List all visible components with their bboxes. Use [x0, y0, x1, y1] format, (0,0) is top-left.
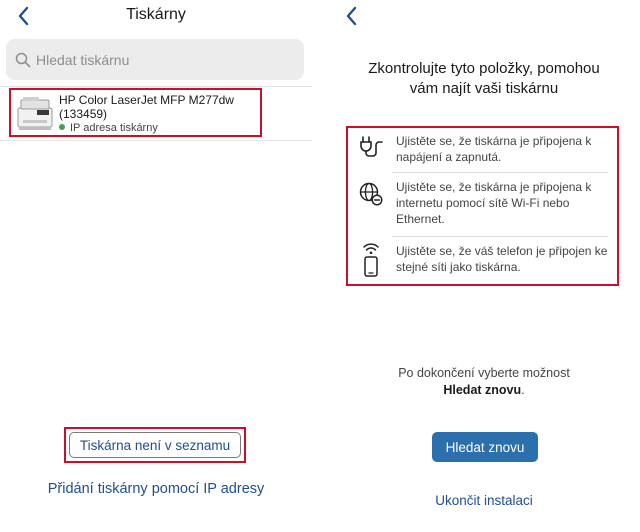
divider — [0, 86, 312, 87]
checklist-text: Ujistěte se, že tiskárna je připojena k … — [396, 134, 592, 164]
search-again-button[interactable]: Hledat znovu — [432, 432, 538, 462]
heading-line-2: vám najít vaši tiskárnu — [409, 80, 559, 97]
printer-list-item[interactable]: HP Color LaserJet MFP M277dw (133459) IP… — [9, 88, 262, 137]
back-button[interactable] — [342, 5, 362, 27]
printers-screen: Tiskárny HP Color LaserJet MFP M277dw (1… — [0, 0, 312, 532]
hint-suffix: . — [521, 383, 525, 397]
checklist-text: Ujistěte se, že tiskárna je připojena k … — [396, 180, 592, 226]
troubleshoot-screen: Zkontrolujte tyto položky, pomohou vám n… — [328, 0, 640, 532]
hint-line-2: Hledat znovu. — [328, 382, 640, 399]
checklist-text: Ujistěte se, že váš telefon je připojen … — [396, 244, 608, 274]
checklist-heading: Zkontrolujte tyto položky, pomohou vám n… — [328, 59, 640, 99]
checklist-item: Ujistěte se, že váš telefon je připojen … — [348, 237, 617, 284]
add-printer-by-ip-link[interactable]: Přidání tiskárny pomocí IP adresy — [0, 481, 312, 497]
power-plug-icon — [360, 136, 383, 157]
search-icon — [15, 52, 31, 68]
globe-network-icon — [359, 182, 383, 206]
divider — [0, 140, 312, 141]
phone-wifi-icon — [363, 243, 379, 277]
hint-text: Po dokončení vyberte možnost Hledat znov… — [328, 365, 640, 399]
printer-name: HP Color LaserJet MFP M277dw (133459) — [59, 93, 234, 121]
highlight-frame: Tiskárna není v seznamu — [64, 427, 246, 463]
heading-line-1: Zkontrolujte tyto položky, pomohou — [368, 60, 600, 77]
hint-bold: Hledat znovu — [443, 383, 522, 397]
page-title: Tiskárny — [126, 6, 186, 23]
hint-line-1: Po dokončení vyberte možnost — [398, 366, 570, 380]
status-dot-icon — [59, 124, 65, 130]
printer-image — [17, 97, 53, 130]
search-bar[interactable] — [6, 39, 304, 80]
checklist: Ujistěte se, že tiskárna je připojena k … — [346, 126, 619, 286]
printer-status: IP adresa tiskárny — [59, 122, 158, 134]
chevron-left-icon — [346, 6, 357, 26]
checklist-item: Ujistěte se, že tiskárna je připojena k … — [348, 128, 617, 172]
exit-installation-link[interactable]: Ukončit instalaci — [328, 493, 640, 508]
search-input[interactable] — [36, 39, 296, 80]
checklist-item: Ujistěte se, že tiskárna je připojena k … — [348, 173, 617, 236]
printer-not-listed-button[interactable]: Tiskárna není v seznamu — [69, 432, 241, 458]
printer-status-text: IP adresa tiskárny — [70, 122, 158, 134]
